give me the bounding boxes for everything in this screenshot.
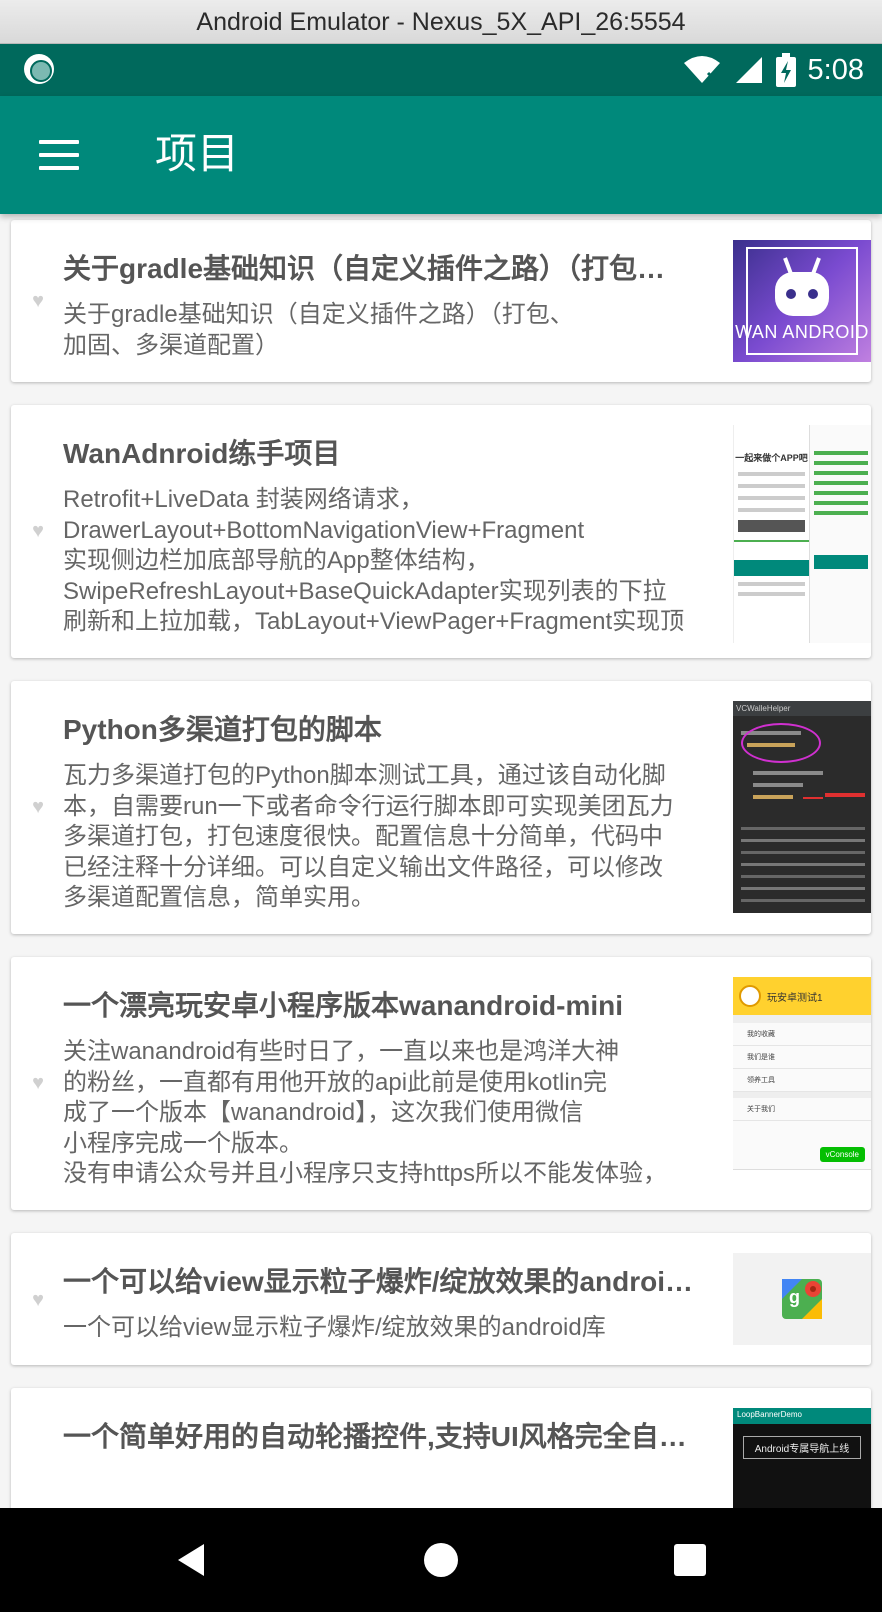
project-description: 瓦力多渠道打包的Python脚本测试工具，通过该自动化脚 本，自需要run一下或… xyxy=(63,762,674,911)
project-card[interactable]: ♥ WanAdnroid练手项目 Retrofit+LiveData 封装网络请… xyxy=(11,405,871,658)
thumbnail-caption: 一起来做个APP吧 xyxy=(735,453,808,463)
project-description xyxy=(63,1468,731,1500)
thumbnail-header: 玩安卓测试1 xyxy=(767,993,823,1004)
heart-icon[interactable]: ♥ xyxy=(27,796,49,818)
project-card[interactable]: ♥ 一个漂亮玩安卓小程序版本wanandroid-mini 关注wanandro… xyxy=(11,957,871,1210)
project-title: 一个简单好用的自动轮播控件,支持UI风格完全自… xyxy=(63,1421,687,1452)
back-icon[interactable] xyxy=(160,1530,220,1590)
project-list[interactable]: ♥ 关于gradle基础知识（自定义插件之路）（打包… 关于gradle基础知识… xyxy=(0,214,882,1508)
project-title: WanAdnroid练手项目 xyxy=(63,438,341,469)
vconsole-button: vConsole xyxy=(819,1147,865,1162)
project-description: 一个可以给view显示粒子爆炸/绽放效果的android库 xyxy=(63,1314,606,1341)
thumbnail-caption: VCWalleHelper xyxy=(733,701,871,716)
project-card[interactable]: ♥ Python多渠道打包的脚本 瓦力多渠道打包的Python脚本测试工具，通过… xyxy=(11,681,871,934)
avatar xyxy=(739,985,761,1007)
project-description: Retrofit+LiveData 封装网络请求， DrawerLayout+B… xyxy=(63,486,685,635)
list-item: 我的收藏 xyxy=(733,1023,871,1046)
project-description: 关于gradle基础知识（自定义插件之路）（打包、 加固、多渠道配置） xyxy=(63,301,574,359)
heart-icon[interactable]: ♥ xyxy=(27,520,49,542)
project-thumbnail: VCWalleHelper xyxy=(733,701,871,913)
page-title: 项目 xyxy=(155,130,240,177)
thumbnail-caption: WAN ANDROID xyxy=(735,322,869,342)
google-maps-icon: g xyxy=(782,1279,822,1319)
heart-icon[interactable]: ♥ xyxy=(27,290,49,312)
project-thumbnail: LoopBannerDemo Android专属导航上线 xyxy=(733,1408,871,1508)
clock: 5:08 xyxy=(807,53,864,86)
project-description: 关注wanandroid有些时日了，一直以来也是鸿洋大神 的粉丝，一直都有用他开… xyxy=(63,1038,668,1187)
project-card[interactable]: 一个简单好用的自动轮播控件,支持UI风格完全自… LoopBannerDemo … xyxy=(11,1388,871,1508)
heart-icon[interactable]: ♥ xyxy=(27,1289,49,1311)
project-thumbnail: maps g xyxy=(733,1253,871,1345)
thumbnail-header: LoopBannerDemo xyxy=(733,1408,871,1424)
list-item: 领养工具 xyxy=(733,1069,871,1092)
home-icon[interactable] xyxy=(411,1530,471,1590)
android-robot-icon xyxy=(746,247,858,355)
svg-text:g: g xyxy=(789,1287,800,1307)
recent-apps-icon[interactable] xyxy=(660,1530,720,1590)
heart-icon[interactable]: ♥ xyxy=(27,1072,49,1094)
hamburger-menu-icon[interactable] xyxy=(30,128,90,182)
list-item: 关于我们 xyxy=(733,1098,871,1121)
project-card[interactable]: ♥ 一个可以给view显示粒子爆炸/绽放效果的androi… 一个可以给view… xyxy=(11,1233,871,1365)
navigation-bar xyxy=(0,1508,882,1612)
signal-icon xyxy=(735,57,762,83)
wifi-icon xyxy=(683,56,720,83)
project-title: Python多渠道打包的脚本 xyxy=(63,714,382,745)
project-title: 一个可以给view显示粒子爆炸/绽放效果的androi… xyxy=(63,1266,694,1297)
project-title: 一个漂亮玩安卓小程序版本wanandroid-mini xyxy=(63,990,624,1021)
project-thumbnail: 一起来做个APP吧 xyxy=(733,425,871,643)
emulator-window-title: Android Emulator - Nexus_5X_API_26:5554 xyxy=(0,0,882,44)
notification-icon xyxy=(24,54,54,84)
project-thumbnail: 玩安卓测试1 我的收藏 我们是谁 领养工具 关于我们 vConsole xyxy=(733,977,871,1189)
project-title: 关于gradle基础知识（自定义插件之路）（打包… xyxy=(63,253,666,284)
project-thumbnail: WAN ANDROID xyxy=(733,240,871,362)
battery-icon xyxy=(775,53,796,87)
app-toolbar: 项目 xyxy=(0,96,882,214)
project-card[interactable]: ♥ 关于gradle基础知识（自定义插件之路）（打包… 关于gradle基础知识… xyxy=(11,220,871,382)
list-item: 我们是谁 xyxy=(733,1046,871,1069)
thumbnail-caption: Android专属导航上线 xyxy=(743,1436,861,1459)
status-bar: 5:08 xyxy=(0,44,882,96)
